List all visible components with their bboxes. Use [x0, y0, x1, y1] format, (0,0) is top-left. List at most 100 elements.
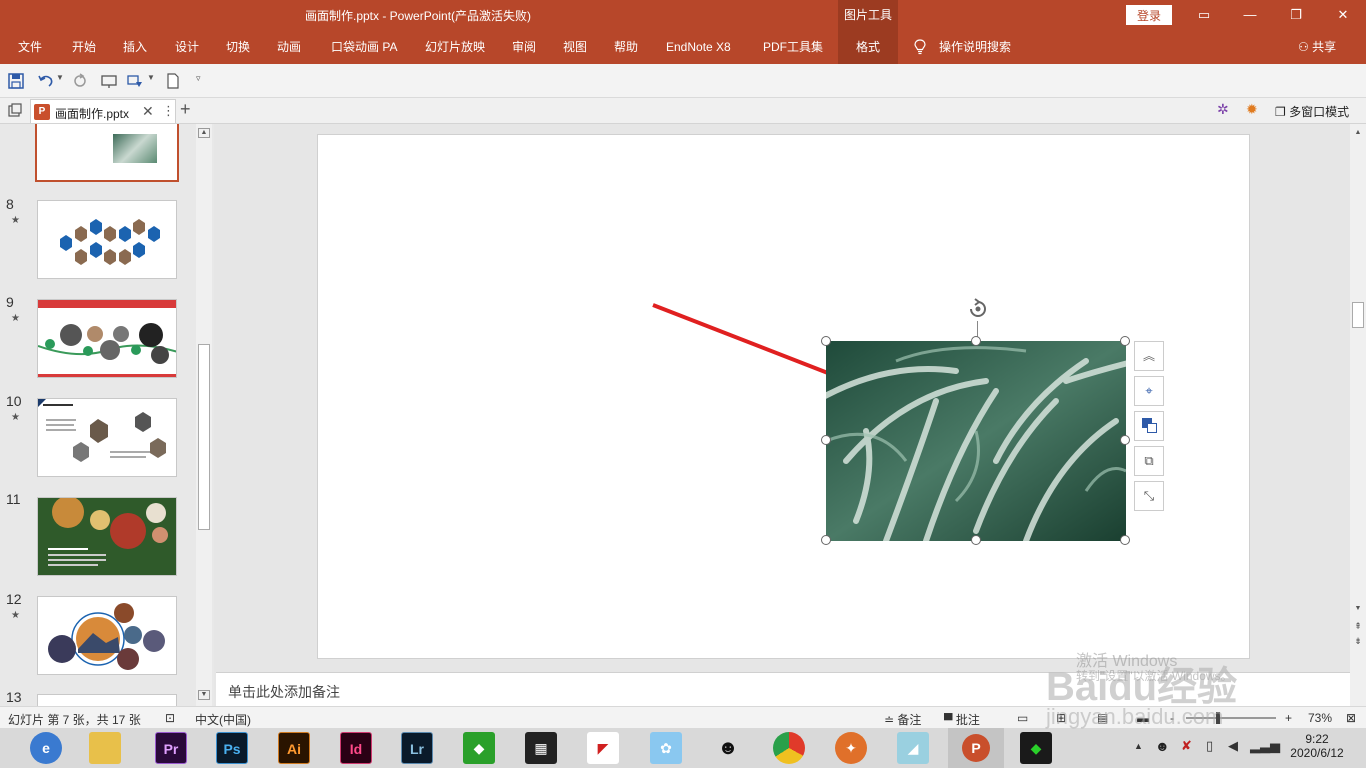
- accessibility-icon[interactable]: ⊡: [165, 711, 175, 725]
- rotate-handle-icon[interactable]: [965, 296, 991, 322]
- canvas-scrollbar[interactable]: ▲ ▼ ⇞ ⇟: [1350, 124, 1366, 706]
- present-from-start-icon[interactable]: [100, 72, 118, 90]
- scroll-up-icon[interactable]: ▲: [1352, 128, 1364, 138]
- shape-dropdown-icon[interactable]: ▼: [147, 73, 155, 82]
- slide-thumb[interactable]: [37, 200, 177, 279]
- undo-dropdown-icon[interactable]: ▼: [56, 73, 64, 82]
- indesign-icon[interactable]: Id: [340, 732, 372, 764]
- settings-gear-icon[interactable]: ✹: [1246, 101, 1258, 118]
- resize-handle-bottom-left[interactable]: [821, 535, 831, 545]
- layer-icon[interactable]: [1134, 411, 1164, 441]
- zoom-level[interactable]: 73%: [1308, 711, 1332, 725]
- slide-thumb[interactable]: [37, 398, 177, 477]
- new-document-icon[interactable]: [164, 72, 182, 90]
- system-clock[interactable]: 9:22 2020/6/12: [1282, 732, 1352, 760]
- film-app-icon[interactable]: ▦: [525, 732, 557, 764]
- qq-icon[interactable]: ☻: [712, 732, 744, 764]
- illustrator-icon[interactable]: Ai: [278, 732, 310, 764]
- next-slide-icon[interactable]: ⇟: [1352, 636, 1364, 650]
- network-error-icon[interactable]: ✘: [1181, 738, 1192, 754]
- fit-to-window-icon[interactable]: ⊠: [1346, 711, 1356, 725]
- tab-endnote[interactable]: EndNote X8: [666, 30, 731, 64]
- notes-toggle[interactable]: ≐ 备注: [884, 711, 921, 728]
- close-tab-icon[interactable]: ✕: [142, 103, 154, 120]
- tab-slideshow[interactable]: 幻灯片放映: [425, 30, 485, 64]
- red-app-icon[interactable]: ◤: [587, 732, 619, 764]
- slide-thumb[interactable]: [37, 694, 177, 706]
- scroll-down-icon[interactable]: ▼: [1352, 604, 1364, 614]
- tab-review[interactable]: 审阅: [512, 30, 536, 64]
- redo-icon[interactable]: [71, 72, 89, 90]
- tab-pocket-animation[interactable]: 口袋动画 PA: [331, 30, 397, 64]
- undo-icon[interactable]: [37, 72, 55, 90]
- crop-icon[interactable]: ⌖: [1134, 376, 1164, 406]
- tab-more-icon[interactable]: ⋮: [162, 103, 175, 119]
- browser-icon[interactable]: e: [30, 732, 62, 764]
- thumbnail-scrollbar[interactable]: ▲ ▼: [196, 124, 212, 706]
- file-explorer-icon[interactable]: [89, 732, 121, 764]
- blue-app-icon[interactable]: ◢: [897, 732, 929, 764]
- slide-thumb-current[interactable]: [35, 124, 179, 182]
- copy-style-icon[interactable]: ⧉: [1134, 446, 1164, 476]
- orange-app-icon[interactable]: ✦: [835, 732, 867, 764]
- magic-icon[interactable]: ✲: [1217, 101, 1229, 118]
- volume-icon[interactable]: ◀: [1228, 738, 1238, 754]
- restore-icon[interactable]: ❐: [1273, 0, 1319, 30]
- scrollbar-thumb[interactable]: [198, 344, 210, 530]
- qq-tray-icon[interactable]: ☻: [1155, 738, 1170, 754]
- battery-icon[interactable]: ▯: [1206, 738, 1213, 754]
- resize-handle-bottom-right[interactable]: [1120, 535, 1130, 545]
- tab-pdf-tools[interactable]: PDF工具集: [763, 30, 823, 64]
- tray-expand-icon[interactable]: ▲: [1134, 741, 1143, 751]
- comments-toggle[interactable]: ▀ 批注: [944, 711, 980, 728]
- collapse-icon[interactable]: ︽: [1134, 341, 1164, 371]
- lightroom-icon[interactable]: Lr: [401, 732, 433, 764]
- resize-handle-bottom[interactable]: [971, 535, 981, 545]
- resize-handle-top-left[interactable]: [821, 336, 831, 346]
- tab-home[interactable]: 开始: [72, 30, 96, 64]
- scroll-up-icon[interactable]: ▲: [198, 128, 210, 138]
- tab-animations[interactable]: 动画: [277, 30, 301, 64]
- new-tab-icon[interactable]: +: [180, 99, 191, 120]
- powerpoint-taskbar-button[interactable]: P: [948, 728, 1004, 768]
- close-icon[interactable]: ✕: [1320, 0, 1366, 30]
- tab-view[interactable]: 视图: [563, 30, 587, 64]
- scrollbar-thumb[interactable]: [1352, 302, 1364, 328]
- current-slide[interactable]: ︽ ⌖ ⧉ ⤡: [317, 134, 1250, 659]
- tell-me-search[interactable]: 操作说明搜索: [939, 30, 1011, 64]
- normal-view-icon[interactable]: ▭: [1017, 711, 1028, 725]
- language-status[interactable]: 中文(中国): [195, 711, 251, 728]
- shape-fill-icon[interactable]: [126, 72, 144, 90]
- slide-thumb[interactable]: [37, 596, 177, 675]
- scroll-down-icon[interactable]: ▼: [198, 690, 210, 700]
- expand-diagonal-icon[interactable]: ⤡: [1134, 481, 1164, 511]
- wheat-picture[interactable]: [826, 341, 1126, 541]
- chrome-icon[interactable]: [773, 732, 805, 764]
- green2-app-icon[interactable]: ◆: [1020, 732, 1052, 764]
- slide-thumb[interactable]: [37, 497, 177, 576]
- photoshop-icon[interactable]: Ps: [216, 732, 248, 764]
- tab-design[interactable]: 设计: [175, 30, 199, 64]
- doc-tab-active[interactable]: P 画面制作.pptx ✕ ⋮: [30, 99, 176, 123]
- zoom-in-button[interactable]: +: [1285, 711, 1292, 725]
- save-icon[interactable]: [7, 72, 25, 90]
- tab-transitions[interactable]: 切换: [226, 30, 250, 64]
- customize-toolbar-icon[interactable]: ▿: [196, 73, 201, 84]
- bird-app-icon[interactable]: ✿: [650, 732, 682, 764]
- share-button[interactable]: ⚇ 共享: [1298, 30, 1336, 64]
- multi-window-mode[interactable]: ❐ 多窗口模式: [1275, 103, 1349, 120]
- resize-handle-right[interactable]: [1120, 435, 1130, 445]
- green-app-icon[interactable]: ◆: [463, 732, 495, 764]
- login-button[interactable]: 登录: [1126, 5, 1172, 25]
- minimize-icon[interactable]: —: [1227, 0, 1273, 30]
- ribbon-display-icon[interactable]: ▭: [1181, 0, 1227, 30]
- tab-help[interactable]: 帮助: [614, 30, 638, 64]
- previous-slide-icon[interactable]: ⇞: [1352, 621, 1364, 635]
- resize-handle-top[interactable]: [971, 336, 981, 346]
- resize-handle-top-right[interactable]: [1120, 336, 1130, 346]
- resize-handle-left[interactable]: [821, 435, 831, 445]
- tab-insert[interactable]: 插入: [123, 30, 147, 64]
- tab-format[interactable]: 格式: [838, 30, 898, 64]
- slide-thumb[interactable]: [37, 299, 177, 378]
- tab-file[interactable]: 文件: [18, 30, 42, 64]
